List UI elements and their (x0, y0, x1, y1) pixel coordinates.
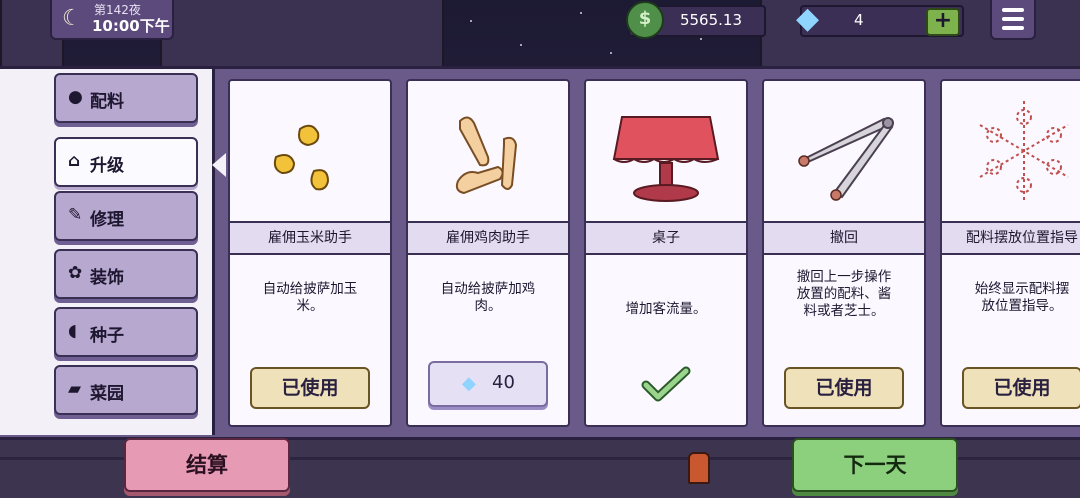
gem-price: 40 (492, 372, 515, 393)
seed-icon: ◖ (68, 321, 77, 341)
money-counter: $ 5565.13 (626, 1, 766, 39)
money-value: 5565.13 (679, 11, 742, 29)
category-sidebar: ● 配料 ⌂ 升级 ✎ 修理 ✿ 装饰 ◖ 种子 ▰ 菜园 (0, 69, 215, 435)
checkmark-icon (641, 366, 691, 402)
add-gems-button[interactable]: + (926, 8, 960, 36)
used-button[interactable]: 已使用 (250, 367, 370, 409)
gem-counter: ◆ 4 + (796, 1, 964, 37)
sidebar-item-label: 菜园 (90, 384, 124, 404)
upgrade-card-table: 桌子 增加客流量。 (584, 79, 748, 427)
sidebar-item-garden[interactable]: ▰ 菜园 (54, 365, 198, 415)
card-title: 雇佣鸡肉助手 (408, 221, 568, 255)
corn-icon (230, 81, 390, 221)
card-description: 始终显示配料摆 放位置指导。 (974, 281, 1070, 314)
mushroom-icon: ● (68, 87, 83, 107)
plant-icon: ✿ (68, 263, 83, 283)
sidebar-item-decor[interactable]: ✿ 装饰 (54, 249, 198, 299)
fire-hydrant-icon (688, 452, 710, 484)
card-description: 自动给披萨加鸡 肉。 (440, 281, 536, 314)
sidebar-item-label: 配料 (90, 92, 124, 112)
money-icon: $ (626, 1, 664, 39)
sidebar-item-toppings[interactable]: ● 配料 (54, 73, 198, 123)
card-description: 自动给披萨加玉 米。 (262, 281, 358, 314)
sidebar-item-label: 种子 (90, 326, 124, 346)
night-time-display: ☾ 第142夜 10:00下午 (50, 0, 174, 40)
chicken-icon (408, 81, 568, 221)
card-title: 雇佣玉米助手 (230, 221, 390, 255)
diamond-icon: ◆ (796, 1, 820, 36)
placement-guide-icon (942, 81, 1080, 221)
card-title: 配料摆放位置指导 (942, 221, 1080, 255)
upgrade-card-chicken-helper: 雇佣鸡肉助手 自动给披萨加鸡 肉。 ◆ 40 (406, 79, 570, 427)
gem-value: 4 (854, 11, 864, 29)
upgrade-card-undo: 撤回 撤回上一步操作 放置的配料、酱 料或者芝士。 已使用 (762, 79, 926, 427)
used-button[interactable]: 已使用 (962, 367, 1080, 409)
card-title: 桌子 (586, 221, 746, 255)
used-button[interactable]: 已使用 (784, 367, 904, 409)
hamburger-menu-button[interactable] (990, 0, 1036, 40)
wheelbarrow-icon: ▰ (68, 379, 82, 399)
sidebar-item-seeds[interactable]: ◖ 种子 (54, 307, 198, 357)
sidebar-item-label: 升级 (90, 156, 124, 176)
card-title: 撤回 (764, 221, 924, 255)
sidebar-item-label: 修理 (90, 210, 124, 230)
home-icon: ⌂ (68, 151, 81, 171)
settle-button[interactable]: 结算 (124, 438, 290, 492)
tongs-icon (764, 81, 924, 221)
upgrade-card-corn-helper: 雇佣玉米助手 自动给披萨加玉 米。 已使用 (228, 79, 392, 427)
diamond-icon: ◆ (462, 373, 476, 394)
buy-with-gems-button[interactable]: ◆ 40 (428, 361, 548, 407)
table-icon (586, 81, 746, 221)
card-description: 撤回上一步操作 放置的配料、酱 料或者芝士。 (796, 269, 892, 319)
next-day-button[interactable]: 下一天 (792, 438, 958, 492)
card-description: 增加客流量。 (625, 301, 707, 317)
upgrade-card-placement-guide: 配料摆放位置指导 始终显示配料摆 放位置指导。 已使用 (940, 79, 1080, 427)
sidebar-item-upgrades[interactable]: ⌂ 升级 (54, 137, 198, 187)
active-tab-pointer (212, 153, 226, 177)
sidebar-item-label: 装饰 (90, 268, 124, 288)
wrench-icon: ✎ (68, 205, 83, 225)
shop-panel: ● 配料 ⌂ 升级 ✎ 修理 ✿ 装饰 ◖ 种子 ▰ 菜园 雇佣玉米助手 自动给… (0, 66, 1080, 440)
moon-icon: ☾ (62, 6, 82, 31)
clock-time: 10:00下午 (92, 17, 170, 35)
sidebar-item-repair[interactable]: ✎ 修理 (54, 191, 198, 241)
